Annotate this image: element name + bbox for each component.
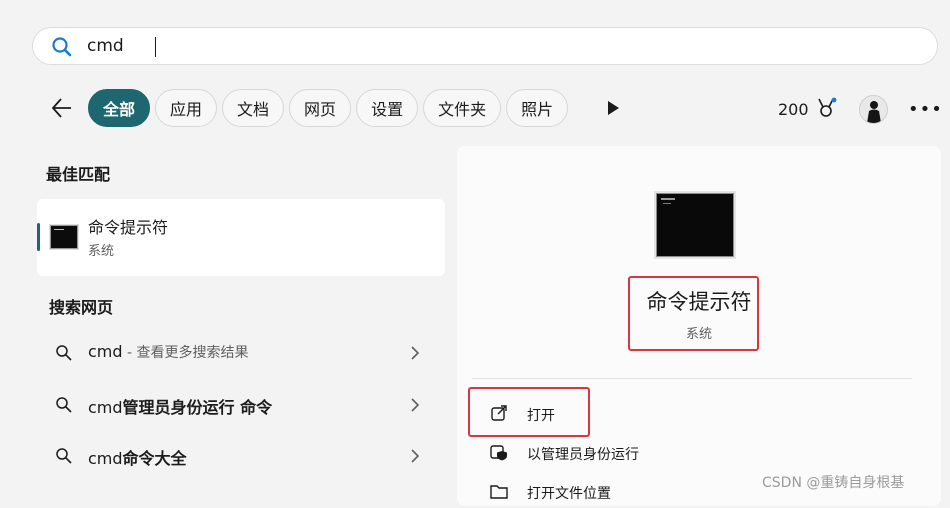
details-app-title: 命令提示符 bbox=[646, 290, 752, 314]
rewards-points: 200 bbox=[778, 100, 809, 119]
command-prompt-large-icon bbox=[656, 193, 734, 257]
selection-indicator bbox=[37, 223, 40, 251]
watermark: CSDN @重铸自身根基 bbox=[762, 475, 905, 491]
tab-folders[interactable]: 文件夹 bbox=[423, 89, 502, 127]
back-arrow-icon[interactable] bbox=[50, 96, 74, 120]
folder-icon bbox=[490, 482, 508, 504]
search-icon bbox=[55, 447, 73, 469]
shield-admin-icon bbox=[490, 443, 508, 465]
search-icon bbox=[55, 344, 73, 366]
open-external-icon bbox=[490, 404, 508, 426]
chevron-right-icon bbox=[410, 397, 420, 417]
open-action[interactable]: 打开 bbox=[487, 398, 887, 430]
filter-tabs: 全部 应用 文档 网页 设置 文件夹 照片 bbox=[88, 89, 569, 127]
search-web-heading: 搜索网页 bbox=[49, 298, 114, 317]
best-match-subtitle: 系统 bbox=[88, 244, 115, 259]
details-panel: 命令提示符 系统 打开 以管理员身份运行 打开文件位置 bbox=[457, 146, 941, 506]
search-input[interactable] bbox=[87, 32, 887, 60]
web-search-query: cmd bbox=[88, 449, 123, 468]
open-action-label: 打开 bbox=[527, 408, 555, 424]
best-match-result[interactable]: 命令提示符 系统 bbox=[37, 199, 445, 276]
rewards-trophy-icon[interactable] bbox=[814, 96, 838, 124]
tab-settings[interactable]: 设置 bbox=[356, 89, 419, 127]
web-search-suffix: 管理员身份运行 命令 bbox=[122, 398, 273, 417]
command-prompt-app-icon bbox=[50, 225, 78, 249]
run-as-admin-label: 以管理员身份运行 bbox=[527, 447, 639, 463]
text-caret bbox=[155, 37, 156, 57]
user-avatar[interactable] bbox=[859, 95, 888, 124]
more-options-icon[interactable]: ••• bbox=[908, 99, 943, 120]
search-icon bbox=[51, 36, 73, 62]
tab-photos[interactable]: 照片 bbox=[506, 89, 569, 127]
web-search-item[interactable]: cmd命令大全 bbox=[37, 433, 445, 479]
web-search-query: cmd bbox=[88, 342, 123, 361]
tab-web[interactable]: 网页 bbox=[289, 89, 352, 127]
chevron-right-icon bbox=[410, 448, 420, 468]
open-file-location-label: 打开文件位置 bbox=[527, 486, 611, 502]
web-search-suffix: - 查看更多搜索结果 bbox=[122, 345, 249, 361]
tab-documents[interactable]: 文档 bbox=[222, 89, 285, 127]
best-match-heading: 最佳匹配 bbox=[46, 165, 111, 184]
tab-all[interactable]: 全部 bbox=[88, 89, 151, 127]
more-filters-play-icon[interactable] bbox=[606, 100, 620, 120]
search-icon bbox=[55, 396, 73, 418]
tab-apps[interactable]: 应用 bbox=[155, 89, 218, 127]
search-box[interactable] bbox=[32, 27, 938, 65]
web-search-item[interactable]: cmd管理员身份运行 命令 bbox=[37, 382, 445, 428]
web-search-query: cmd bbox=[88, 398, 123, 417]
best-match-title: 命令提示符 bbox=[88, 218, 169, 237]
divider bbox=[472, 378, 912, 379]
details-app-subtitle: 系统 bbox=[685, 327, 712, 342]
run-as-admin-action[interactable]: 以管理员身份运行 bbox=[487, 437, 887, 469]
web-search-suffix: 命令大全 bbox=[122, 449, 187, 468]
web-search-item[interactable]: cmd - 查看更多搜索结果 bbox=[37, 330, 445, 376]
chevron-right-icon bbox=[410, 345, 420, 365]
